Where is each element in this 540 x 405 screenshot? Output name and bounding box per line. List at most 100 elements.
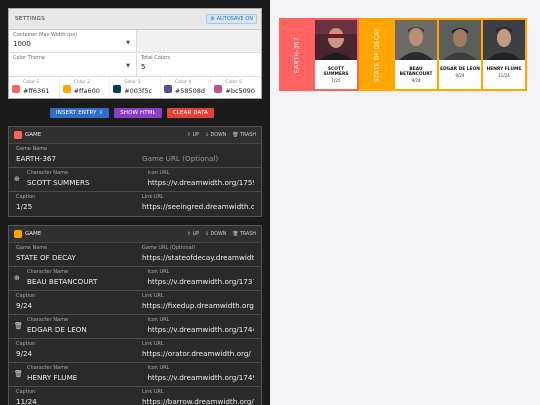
icon-url-input[interactable]: https://v.dreamwidth.org/17494 — [148, 372, 255, 383]
icon-url-field[interactable]: Icon URL https://v.dreamwidth.org/17590 — [141, 168, 262, 191]
character-portrait[interactable] — [439, 20, 481, 60]
trash-icon: 🗑 — [232, 132, 239, 138]
caption-field[interactable]: Caption 9/24 — [9, 339, 135, 362]
color-3-field[interactable]: Color 3 #003f5c — [110, 77, 161, 98]
game-color-swatch[interactable] — [14, 131, 22, 139]
preview-game-group: EARTH-367 SCOTT SUMMERS 1/25 — [279, 18, 359, 91]
color-fields: Color 1 #ff6361 Color 2 #ffa600 Color 3 … — [9, 76, 261, 98]
chevron-down-icon[interactable]: ▼ — [126, 40, 130, 46]
color-theme-select[interactable]: Color Theme ▼ — [9, 53, 137, 76]
arrow-down-icon: ⇩ — [204, 132, 210, 138]
autosave-badge[interactable]: ⚙ AUTOSAVE ON — [206, 14, 257, 24]
caption-field[interactable]: Caption 9/24 — [9, 291, 135, 314]
preview-character-card[interactable]: HENRY FLUME 11/24 — [483, 20, 525, 89]
link-url-label: Link URL — [142, 389, 164, 395]
trash-button[interactable]: 🗑 TRASH — [232, 133, 256, 138]
move-up-button[interactable]: ⇧ UP — [187, 133, 199, 138]
color-4-swatch[interactable] — [163, 85, 172, 93]
icon-url-input[interactable]: https://v.dreamwidth.org/17440 — [148, 324, 255, 335]
link-url-field[interactable]: Link URL https://barrow.dreamwidth.org/ — [135, 387, 261, 405]
link-url-input[interactable]: https://fixedup.dreamwidth.org/ — [142, 300, 254, 311]
caption-input[interactable]: 9/24 — [16, 300, 128, 311]
icon-url-field[interactable]: Icon URL https://v.dreamwidth.org/17374 — [141, 267, 262, 290]
link-url-field[interactable]: Link URL https://seeingred.dreamwidth.or — [135, 192, 261, 216]
color-1-swatch[interactable] — [12, 85, 20, 93]
character-portrait[interactable] — [395, 20, 437, 60]
caption-field[interactable]: Caption 1/25 — [9, 192, 135, 216]
character-name-field[interactable]: Character Name HENRY FLUME — [9, 363, 141, 386]
color-2-swatch[interactable] — [62, 85, 71, 93]
preview-character-name: BEAU BETANCOURT — [399, 67, 433, 77]
link-url-field[interactable]: Link URL https://fixedup.dreamwidth.org/ — [135, 291, 261, 314]
trash-button[interactable]: 🗑 TRASH — [232, 232, 256, 237]
insert-entry-button[interactable]: INSERT ENTRY ⇩ — [50, 108, 110, 118]
clear-data-button[interactable]: CLEAR DATA — [166, 108, 215, 118]
character-name-input[interactable]: EDGAR DE LEON — [27, 324, 134, 335]
max-width-field[interactable]: Container Max Width (px) 1000 ▼ — [9, 30, 137, 52]
color-1-field[interactable]: Color 1 #ff6361 — [9, 77, 60, 98]
icon-url-input[interactable]: https://v.dreamwidth.org/17374 — [148, 276, 255, 287]
character-name-input[interactable]: HENRY FLUME — [27, 372, 134, 383]
preview-area: EARTH-367 SCOTT SUMMERS 1/25 STATE OF DE… — [279, 18, 527, 91]
game-url-input[interactable]: https://stateofdecay.dreamwidth — [142, 252, 254, 263]
settings-title: SETTINGS — [15, 16, 45, 22]
color-5-swatch[interactable] — [214, 85, 223, 93]
color-2-field[interactable]: Color 2 #ffa600 — [60, 77, 111, 98]
character-name-input[interactable]: BEAU BETANCOURT — [27, 276, 134, 287]
icon-url-field[interactable]: Icon URL https://v.dreamwidth.org/17440 — [141, 315, 262, 338]
character-name-field[interactable]: Character Name BEAU BETANCOURT — [9, 267, 141, 290]
color-3-swatch[interactable] — [113, 85, 122, 93]
caption-field[interactable]: Caption 11/24 — [9, 387, 135, 405]
preview-character-card[interactable]: SCOTT SUMMERS 1/25 — [315, 20, 357, 89]
game-name-field[interactable]: Game Name STATE OF DECAY — [9, 243, 135, 266]
total-colors-field[interactable]: Total Colors 5 — [137, 53, 261, 76]
total-colors-input[interactable]: 5 — [141, 62, 257, 72]
caption-input[interactable]: 1/25 — [16, 201, 128, 212]
insert-icon: ⇩ — [98, 110, 104, 116]
preview-game-band: EARTH-367 — [279, 18, 315, 91]
character-name-input[interactable]: SCOTT SUMMERS — [27, 177, 134, 188]
preview-character-card[interactable]: BEAU BETANCOURT 9/24 — [395, 20, 437, 89]
clear-data-label: CLEAR DATA — [172, 110, 209, 116]
trash-label: TRASH — [239, 132, 256, 138]
character-name-field[interactable]: Character Name EDGAR DE LEON — [9, 315, 141, 338]
game-name-field[interactable]: Game Name EARTH-367 — [9, 144, 135, 167]
game-url-field[interactable]: Game URL (Optional) — [135, 144, 261, 167]
game-info-row: Game Name EARTH-367 Game URL (Optional) — [9, 144, 261, 168]
character-portrait[interactable] — [483, 20, 525, 60]
autosave-label: AUTOSAVE ON — [216, 16, 253, 22]
move-up-button[interactable]: ⇧ UP — [187, 232, 199, 237]
chevron-down-icon[interactable]: ▼ — [126, 63, 130, 69]
caption-input[interactable]: 11/24 — [16, 396, 128, 405]
move-up-label: UP — [192, 231, 199, 237]
action-bar: INSERT ENTRY ⇩ SHOW HTML CLEAR DATA — [50, 108, 215, 118]
link-url-input[interactable]: https://orator.dreamwidth.org/ — [142, 348, 254, 359]
icon-url-input[interactable]: https://v.dreamwidth.org/17590 — [148, 177, 255, 188]
game-name-input[interactable]: STATE OF DECAY — [16, 252, 128, 263]
color-4-field[interactable]: Color 4 #58508d — [161, 77, 212, 98]
link-url-field[interactable]: Link URL https://orator.dreamwidth.org/ — [135, 339, 261, 362]
color-theme-label: Color Theme — [13, 55, 45, 61]
game-url-field[interactable]: Game URL (Optional) https://stateofdecay… — [135, 243, 261, 266]
move-down-button[interactable]: ⇩ DOWN — [205, 232, 226, 237]
game-url-input[interactable]: Game URL (Optional) — [142, 153, 254, 164]
preview-character-caption: 9/24 — [455, 73, 465, 78]
icon-url-field[interactable]: Icon URL https://v.dreamwidth.org/17494 — [141, 363, 262, 386]
character-portrait[interactable] — [315, 20, 357, 60]
caption-label: Caption — [16, 293, 36, 299]
link-url-input[interactable]: https://seeingred.dreamwidth.or — [142, 201, 254, 212]
caption-input[interactable]: 9/24 — [16, 348, 128, 359]
game-name-label: Game Name — [16, 146, 48, 152]
max-width-input[interactable]: 1000 — [13, 39, 132, 49]
character-name-label: Character Name — [27, 170, 69, 176]
total-colors-label: Total Colors — [141, 55, 170, 61]
preview-character-card[interactable]: EDGAR DE LEON 9/24 — [439, 20, 481, 89]
show-html-button[interactable]: SHOW HTML — [114, 108, 162, 118]
color-5-field[interactable]: Color 5 #bc5090 — [211, 77, 261, 98]
game-name-input[interactable]: EARTH-367 — [16, 153, 128, 164]
icon-url-label: Icon URL — [147, 365, 170, 371]
game-color-swatch[interactable] — [14, 230, 22, 238]
move-down-button[interactable]: ⇩ DOWN — [205, 133, 226, 138]
character-name-field[interactable]: Character Name SCOTT SUMMERS — [9, 168, 141, 191]
link-url-input[interactable]: https://barrow.dreamwidth.org/ — [142, 396, 254, 405]
